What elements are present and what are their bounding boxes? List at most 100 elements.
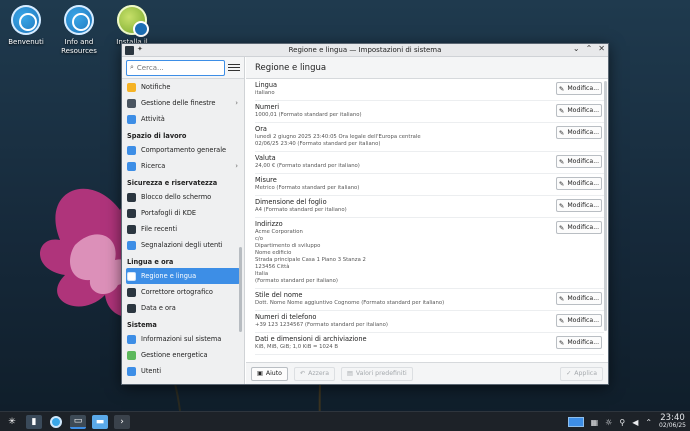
modify-button[interactable]: ✎ Modifica... [556,155,602,168]
setting-title: Valuta [255,154,276,162]
edit-icon: ✎ [558,201,565,210]
lock-screen-icon [127,192,136,202]
help-label: Aiuto [265,370,282,377]
settings-window: ✦ Regione e lingua — Impostazioni di sis… [121,43,609,385]
edit-icon: ✎ [558,84,565,93]
hamburger-menu-icon[interactable] [228,61,240,75]
reset-icon: ↶ [299,370,306,377]
modify-button[interactable]: ✎ Modifica... [556,336,602,349]
setting-value: Dott. Nome Nome aggiuntivo Cognome (Form… [255,300,445,306]
browser-icon[interactable] [48,415,64,429]
edit-icon: ✎ [558,179,565,188]
sidebar-item-general-behavior[interactable]: Comportamento generale [122,142,244,158]
sidebar-item-recent-files[interactable]: File recenti [122,221,244,237]
sidebar-item-spellcheck[interactable]: Correttore ortografico [122,284,244,300]
spellcheck-icon [127,287,136,297]
maximize-icon[interactable]: ⌃ [586,44,593,53]
info-icon [127,334,136,344]
setting-value: +39 123 1234567 (Formato standard per it… [255,322,388,328]
setting-value: 1000,01 (Formato standard per italiano) [255,112,362,118]
setting-row: Numeri 1000,01 (Formato standard per ital… [255,101,604,123]
setting-title: Numeri [255,103,280,111]
sidebar-scrollbar[interactable] [239,247,242,332]
apply-label: Applica [574,370,597,377]
activities-icon [127,114,136,124]
setting-row: Ora lunedì 2 giugno 2025 23:40:05 Ora leg… [255,123,604,152]
app-launcher-icon[interactable]: ✳ [4,415,20,429]
brightness-icon[interactable]: ☼ [605,418,612,427]
pin-icon[interactable]: ✦ [137,45,143,53]
help-button[interactable]: ▣ Aiuto [251,366,288,381]
modify-button[interactable]: ✎ Modifica... [556,82,602,95]
edit-icon: ✎ [558,157,565,166]
sidebar-item-bell[interactable]: Notifiche [122,79,244,95]
sidebar-item-label: Data e ora [141,304,176,312]
sidebar-item-label: Correttore ortografico [141,288,213,296]
modify-button[interactable]: ✎ Modifica... [556,104,602,117]
main-scrollbar[interactable] [604,81,607,331]
sidebar-item-label: Ricerca [141,162,166,170]
desktop-icon-welcome[interactable]: Benvenuti [0,5,56,47]
sidebar-item-search[interactable]: Ricerca › [122,158,244,174]
info-resources-icon [64,5,94,35]
modify-label: Modifica... [567,85,600,92]
clock-icon [127,303,136,313]
setting-title: Misure [255,176,277,184]
reset-button[interactable]: ↶ Azzera [293,366,336,381]
tray-expand-icon[interactable]: ⌃ [645,418,652,427]
clock[interactable]: 23:40 02/06/25 [659,414,686,430]
sidebar-item-label: Segnalazioni degli utenti [141,241,223,249]
setting-title: Ora [255,125,267,133]
file-manager-icon[interactable]: ▬ [92,414,108,429]
modify-button[interactable]: ✎ Modifica... [556,221,602,234]
search-icon: ⌕ [130,63,134,71]
modify-button[interactable]: ✎ Modifica... [556,314,602,327]
modify-button[interactable]: ✎ Modifica... [556,292,602,305]
titlebar[interactable]: ✦ Regione e lingua — Impostazioni di sis… [122,44,608,57]
wallet-icon [127,208,136,218]
modify-button[interactable]: ✎ Modifica... [556,177,602,190]
region-icon [127,271,136,281]
terminal-icon[interactable]: › [114,414,130,429]
sidebar-item-lock-screen[interactable]: Blocco dello schermo [122,189,244,205]
sidebar-item-label: Comportamento generale [141,146,227,154]
bell-icon [127,82,136,92]
search-icon [127,161,136,171]
network-icon[interactable]: ⚲ [619,418,625,427]
desktop-icon-info[interactable]: Info and Resources [49,5,109,56]
setting-title: Stile del nome [255,291,303,299]
setting-row: Valuta 24,00 € (Formato standard per ital… [255,152,604,174]
desktop-icon-label: Benvenuti [8,38,44,46]
search-input[interactable]: ⌕ Cerca... [126,59,225,76]
virtual-desktops-icon[interactable] [567,417,584,427]
edit-icon: ✎ [558,316,565,325]
sidebar-section-header: Spazio di lavoro [127,132,187,140]
apply-button[interactable]: ✓ Applica [560,366,603,381]
clipboard-icon[interactable]: ▦ [591,418,599,427]
modify-button[interactable]: ✎ Modifica... [556,126,602,139]
sidebar-item-info[interactable]: Informazioni sul sistema [122,331,244,347]
setting-row: Stile del nome Dott. Nome Nome aggiuntivo… [255,289,604,311]
desktop-icon-install[interactable]: Installa il [102,5,162,47]
minimize-icon[interactable]: ⌄ [573,44,580,53]
volume-icon[interactable]: ◀ [632,418,638,427]
modify-label: Modifica... [567,202,600,209]
defaults-button[interactable]: ▤ Valori predefiniti [341,366,413,381]
sidebar-item-label: Blocco dello schermo [141,193,212,201]
close-icon[interactable]: ✕ [598,44,605,53]
sidebar-item-feedback[interactable]: Segnalazioni degli utenti [122,237,244,253]
main-panel: Regione e lingua Lingua italiano ✎ Modifica… [246,57,608,384]
sidebar-item-region[interactable]: Regione e lingua [126,268,240,284]
taskbar-settings-icon[interactable]: ▭ [70,414,86,429]
discover-icon[interactable]: ▮ [26,414,42,429]
sidebar-item-clock[interactable]: Data e ora [122,300,244,316]
modify-button[interactable]: ✎ Modifica... [556,199,602,212]
sidebar-item-activities[interactable]: Attività [122,111,244,127]
sidebar-item-label: Gestione delle finestre [141,99,216,107]
sidebar-item-wallet[interactable]: Portafogli di KDE [122,205,244,221]
sidebar-item-energy[interactable]: Gestione energetica [122,347,244,363]
setting-row: Lingua italiano ✎ Modifica... [255,79,604,101]
sidebar-item-windows[interactable]: Gestione delle finestre › [122,95,244,111]
sidebar-item-users[interactable]: Utenti [122,363,244,379]
chevron-right-icon: › [235,162,238,170]
